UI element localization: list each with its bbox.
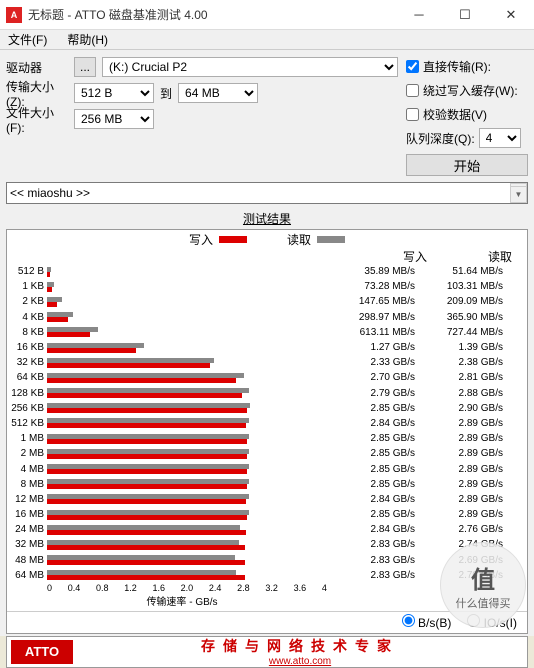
column-write: 写入 xyxy=(342,248,427,265)
y-tick: 8 KB xyxy=(7,325,47,340)
chart-row: 2.70 GB/s2.81 GB/s xyxy=(47,370,527,385)
x-tick: 4 xyxy=(322,583,327,593)
chart-row: 2.85 GB/s2.89 GB/s xyxy=(47,461,527,476)
verify-data-checkbox[interactable]: 校验数据(V) xyxy=(406,104,528,124)
chart-row: 2.84 GB/s2.89 GB/s xyxy=(47,492,527,507)
x-tick: 0.8 xyxy=(96,583,109,593)
queue-depth-label: 队列深度(Q): xyxy=(406,130,475,147)
close-button[interactable]: ✕ xyxy=(488,0,534,29)
chart-row: 2.84 GB/s2.76 GB/s xyxy=(47,522,527,537)
x-tick: 0 xyxy=(47,583,52,593)
chart-row: 2.85 GB/s2.89 GB/s xyxy=(47,507,527,522)
x-tick: 1.2 xyxy=(124,583,137,593)
file-size-label: 文件大小(F): xyxy=(6,104,68,135)
chart-row: 2.85 GB/s2.89 GB/s xyxy=(47,477,527,492)
start-button[interactable]: 开始 xyxy=(406,154,528,176)
browse-button[interactable]: ... xyxy=(74,57,96,77)
x-tick: 2.8 xyxy=(237,583,250,593)
drive-select[interactable]: (K:) Crucial P2 xyxy=(102,57,398,77)
legend-read-label: 读取 xyxy=(287,231,311,248)
chart-row: 1.27 GB/s1.39 GB/s xyxy=(47,340,527,355)
transfer-size-from[interactable]: 512 B xyxy=(74,83,154,103)
y-tick: 64 KB xyxy=(7,370,47,385)
window-title: 无标题 - ATTO 磁盘基准测试 4.00 xyxy=(28,6,396,23)
bypass-cache-checkbox[interactable]: 绕过写入缓存(W): xyxy=(406,80,528,100)
legend-write-swatch xyxy=(219,236,247,243)
chart-row: 2.84 GB/s2.89 GB/s xyxy=(47,416,527,431)
y-tick: 16 MB xyxy=(7,507,47,522)
transfer-size-to[interactable]: 64 MB xyxy=(178,83,258,103)
chart-row: 73.28 MB/s103.31 MB/s xyxy=(47,279,527,294)
chart-row: 147.65 MB/s209.09 MB/s xyxy=(47,294,527,309)
x-tick: 2.4 xyxy=(209,583,222,593)
chart-row: 2.85 GB/s2.90 GB/s xyxy=(47,401,527,416)
y-tick: 256 KB xyxy=(7,401,47,416)
y-tick: 48 MB xyxy=(7,553,47,568)
chart-row: 2.79 GB/s2.88 GB/s xyxy=(47,386,527,401)
x-tick: 1.6 xyxy=(152,583,165,593)
y-tick: 2 MB xyxy=(7,446,47,461)
chart-row: 2.85 GB/s2.89 GB/s xyxy=(47,431,527,446)
radio-bytes-per-sec[interactable]: B/s(B) xyxy=(402,614,452,630)
chart-row: 613.11 MB/s727.44 MB/s xyxy=(47,325,527,340)
y-tick: 512 KB xyxy=(7,416,47,431)
scroll-down-icon[interactable]: ▼ xyxy=(510,186,527,203)
atto-logo: ATTO xyxy=(11,640,73,664)
y-tick: 12 MB xyxy=(7,492,47,507)
legend-read-swatch xyxy=(317,236,345,243)
minimize-button[interactable]: ─ xyxy=(396,0,442,29)
y-tick: 8 MB xyxy=(7,477,47,492)
y-tick: 128 KB xyxy=(7,386,47,401)
menu-file[interactable]: 文件(F) xyxy=(4,29,51,50)
y-tick: 4 MB xyxy=(7,461,47,476)
y-tick: 32 KB xyxy=(7,355,47,370)
y-tick: 2 KB xyxy=(7,294,47,309)
x-tick: 3.2 xyxy=(265,583,278,593)
menu-bar: 文件(F) 帮助(H) xyxy=(0,30,534,50)
watermark: 值 什么值得买 xyxy=(440,542,526,628)
chart-row: 35.89 MB/s51.64 MB/s xyxy=(47,264,527,279)
to-label: 到 xyxy=(160,85,172,102)
title-bar: A 无标题 - ATTO 磁盘基准测试 4.00 ─ ☐ ✕ xyxy=(0,0,534,30)
y-tick: 16 KB xyxy=(7,340,47,355)
app-icon: A xyxy=(6,7,22,23)
y-tick: 24 MB xyxy=(7,522,47,537)
chart-row: 2.33 GB/s2.38 GB/s xyxy=(47,355,527,370)
footer: ATTO 存储与网络技术专家 www.atto.com xyxy=(6,636,528,668)
y-tick: 64 MB xyxy=(7,568,47,583)
x-tick: 0.4 xyxy=(68,583,81,593)
x-tick: 2.0 xyxy=(181,583,194,593)
y-tick: 1 KB xyxy=(7,279,47,294)
direct-io-checkbox[interactable]: 直接传输(R): xyxy=(406,56,528,76)
drive-label: 驱动器 xyxy=(6,59,68,76)
queue-depth-select[interactable]: 4 xyxy=(479,128,521,148)
x-tick: 3.6 xyxy=(294,583,307,593)
description-textarea[interactable]: << miaoshu >> ▲ ▼ xyxy=(6,182,528,204)
footer-slogan: 存储与网络技术专家 xyxy=(73,636,527,656)
menu-help[interactable]: 帮助(H) xyxy=(63,29,112,50)
legend-write-label: 写入 xyxy=(189,231,213,248)
y-tick: 4 KB xyxy=(7,310,47,325)
column-read: 读取 xyxy=(427,248,512,265)
chart-row: 298.97 MB/s365.90 MB/s xyxy=(47,310,527,325)
chart-row: 2.83 GB/s2.74 GB/s xyxy=(47,537,527,552)
file-size-select[interactable]: 256 MB xyxy=(74,109,154,129)
maximize-button[interactable]: ☐ xyxy=(442,0,488,29)
y-tick: 32 MB xyxy=(7,537,47,552)
y-tick: 512 B xyxy=(7,264,47,279)
footer-url[interactable]: www.atto.com xyxy=(73,656,527,667)
results-title: 测试结果 xyxy=(6,208,528,229)
chart-row: 2.85 GB/s2.89 GB/s xyxy=(47,446,527,461)
y-tick: 1 MB xyxy=(7,431,47,446)
